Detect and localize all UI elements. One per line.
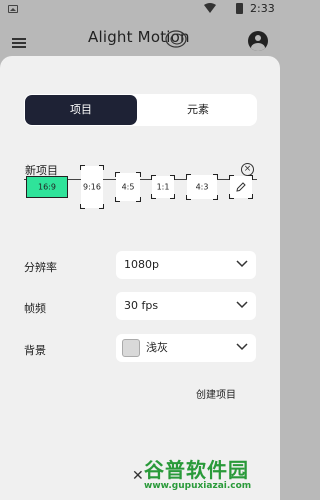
battery-icon <box>236 3 243 14</box>
chevron-down-icon <box>236 343 248 351</box>
pencil-icon <box>236 182 246 192</box>
wifi-icon <box>204 3 216 13</box>
status-bar: 2:33 <box>0 0 280 18</box>
app-header: Alight Motion <box>0 18 280 60</box>
frame-rate-label: 帧频 <box>24 302 46 315</box>
menu-icon[interactable] <box>12 38 26 48</box>
ratio-4-5[interactable]: 4:5 <box>115 172 141 202</box>
watermark-title: 谷普软件园 <box>144 458 249 482</box>
image-notification-icon <box>8 5 18 13</box>
create-project-button[interactable]: 创建项目 <box>196 386 236 401</box>
resolution-select[interactable]: 1080p <box>116 251 256 279</box>
watermark: 谷普软件园 www.gupuxiazai.com <box>140 454 280 500</box>
tab-bar: 项目 元素 <box>24 94 257 126</box>
chevron-down-icon <box>236 260 248 268</box>
avatar[interactable] <box>248 31 268 51</box>
frame-rate-select[interactable]: 30 fps <box>116 292 256 320</box>
ratio-9-16[interactable]: 9:16 <box>80 165 104 209</box>
resolution-label: 分辨率 <box>24 261 57 274</box>
status-time: 2:33 <box>250 2 275 15</box>
chevron-down-icon <box>236 301 248 309</box>
ratio-1-1[interactable]: 1:1 <box>151 175 175 199</box>
ratio-4-3[interactable]: 4:3 <box>186 174 218 200</box>
background-label: 背景 <box>24 344 46 357</box>
custom-ratio-button[interactable] <box>229 175 253 199</box>
color-swatch <box>122 339 140 357</box>
new-project-sheet: 项目 元素 × 16:9 9:16 4:5 1:1 4:3 分辨率 1080p … <box>0 56 280 500</box>
watermark-url: www.gupuxiazai.com <box>144 481 252 491</box>
ratio-16-9[interactable]: 16:9 <box>26 176 68 198</box>
tab-project[interactable]: 项目 <box>25 95 137 125</box>
tab-elements[interactable]: 元素 <box>140 94 256 126</box>
logo-swirl-icon <box>165 30 187 48</box>
background-select[interactable]: 浅灰 <box>116 334 256 362</box>
